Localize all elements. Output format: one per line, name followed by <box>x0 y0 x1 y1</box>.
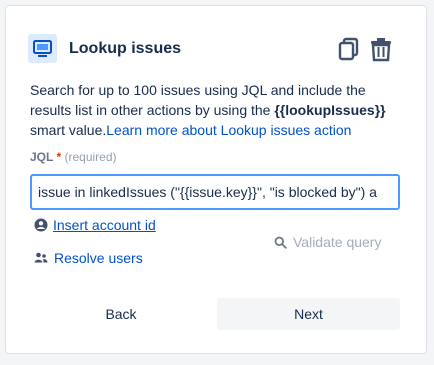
validate-query-button[interactable]: Validate query <box>274 234 381 250</box>
user-avatar-icon <box>34 218 48 232</box>
jql-field-label: JQL * (required) <box>30 150 117 164</box>
insert-account-id-link[interactable]: Insert account id <box>34 217 156 233</box>
jql-input[interactable]: issue in linkedIssues ("{{issue.key}}", … <box>30 174 400 210</box>
resolve-users-link[interactable]: Resolve users <box>34 250 143 266</box>
page-title: Lookup issues <box>69 40 182 57</box>
required-text: (required) <box>64 150 117 164</box>
trash-icon <box>371 38 391 62</box>
action-description: Search for up to 100 issues using JQL an… <box>30 80 405 140</box>
insert-account-id-label: Insert account id <box>53 217 156 233</box>
validate-query-label: Validate query <box>293 234 382 250</box>
monitor-icon <box>28 34 57 63</box>
required-marker: * <box>56 150 62 164</box>
jql-value: issue in linkedIssues ("{{issue.key}}", … <box>38 184 377 200</box>
learn-more-link[interactable]: Learn more about Lookup issues action <box>106 122 351 138</box>
back-button[interactable]: Back <box>36 298 206 330</box>
card-header: Lookup issues <box>25 30 397 70</box>
search-icon <box>274 236 287 249</box>
smart-value: {{lookupIssues}} <box>274 102 386 118</box>
delete-button[interactable] <box>370 36 392 62</box>
description-suffix: smart value. <box>30 122 107 138</box>
people-icon <box>34 252 48 263</box>
copy-icon <box>338 37 359 61</box>
copy-button[interactable] <box>338 36 360 62</box>
jql-label-text: JQL <box>30 150 54 164</box>
next-button[interactable]: Next <box>217 298 400 330</box>
resolve-users-label: Resolve users <box>54 250 143 266</box>
